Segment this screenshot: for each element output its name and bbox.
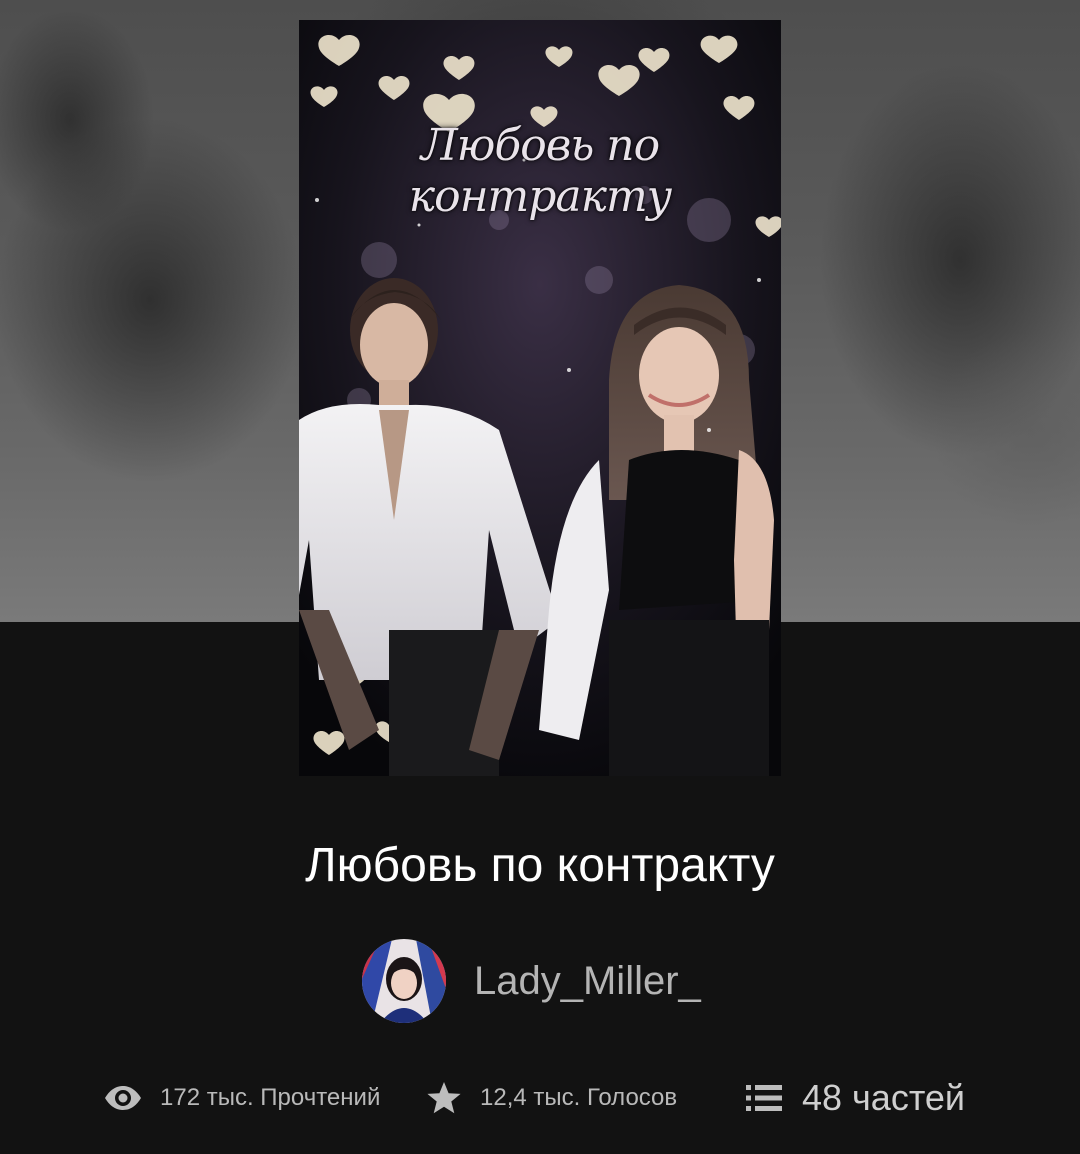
story-title: Любовь по контракту [305,839,775,892]
story-details-page: Любовь по контракту Любовь по контракту … [0,0,1080,1154]
star-icon [426,1081,462,1115]
list-icon [746,1083,782,1113]
votes-count: 12,4 тыс. Голосов [426,1072,677,1124]
reads-label: 172 тыс. Прочтений [160,1084,381,1111]
reads-count: 172 тыс. Прочтений [104,1072,380,1124]
eye-icon [104,1085,142,1111]
author-avatar[interactable] [362,939,446,1023]
author-link[interactable]: Lady_Miller_ [362,938,701,1024]
book-cover[interactable]: Любовь по контракту [299,20,781,776]
votes-label: 12,4 тыс. Голосов [480,1084,678,1111]
parts-count[interactable]: 48 частей [746,1072,965,1124]
parts-label: 48 частей [802,1077,966,1118]
cover-title-text: Любовь по контракту [408,120,672,222]
author-name[interactable]: Lady_Miller_ [474,959,701,1004]
